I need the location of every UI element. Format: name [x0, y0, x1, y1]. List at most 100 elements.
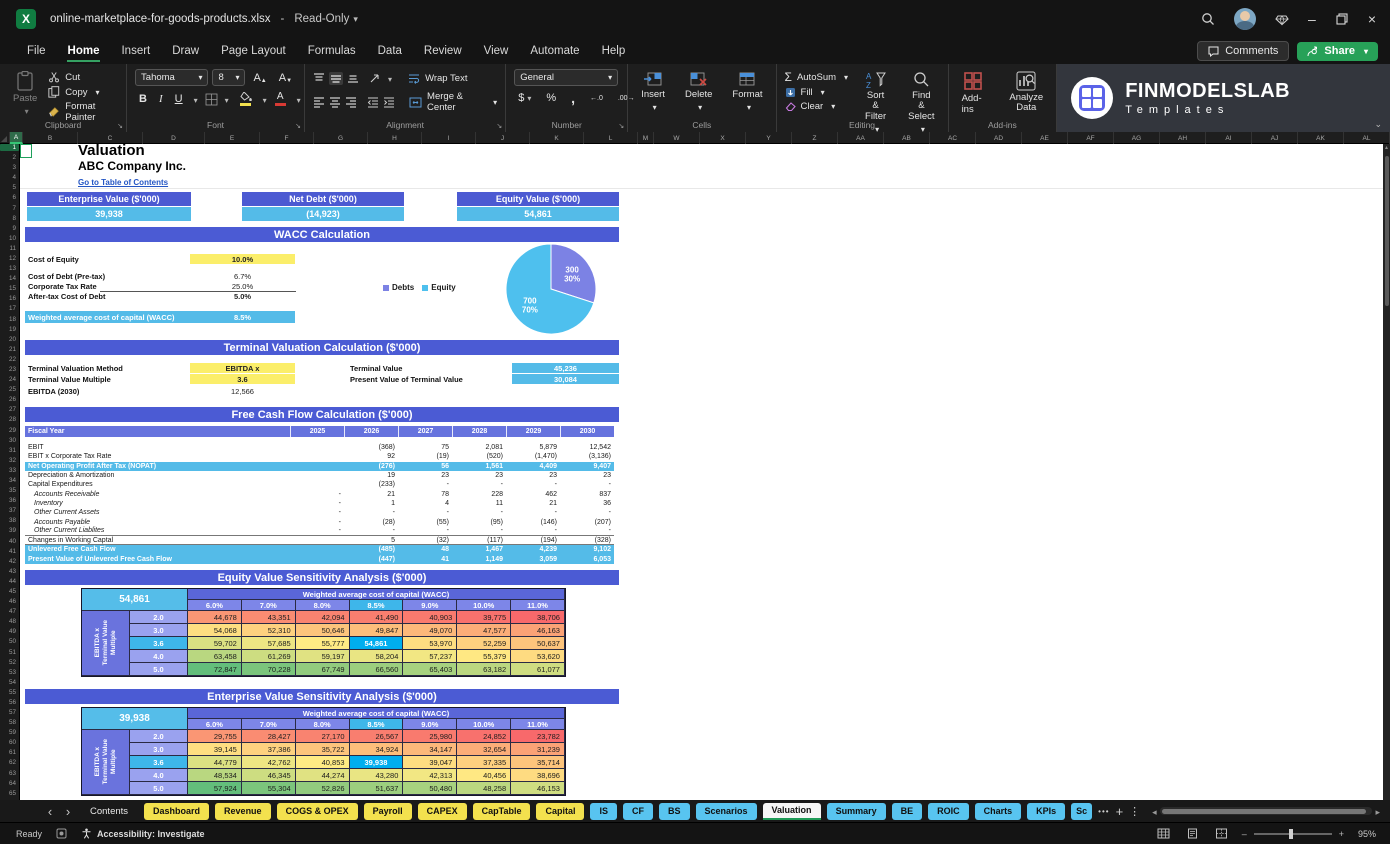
fcf-cell[interactable]: 75	[398, 444, 452, 451]
zoom-control[interactable]	[1242, 829, 1344, 839]
row-header-29[interactable]: 29	[0, 427, 19, 434]
fill-color-button[interactable]	[236, 92, 256, 106]
sensitivity-multiple-row[interactable]: 5.0	[130, 663, 188, 676]
sheet-tab-capex[interactable]: CAPEX	[418, 803, 467, 820]
sheet-tab-capital[interactable]: Capital	[536, 803, 584, 820]
sensitivity-cell[interactable]: 57,237	[403, 650, 457, 663]
sensitivity-cell[interactable]: 35,714	[511, 756, 565, 769]
summary-box-value[interactable]: 54,861	[457, 207, 619, 221]
fcf-cell[interactable]: (28)	[344, 519, 398, 526]
fcf-cell[interactable]: 228	[452, 491, 506, 498]
cut-button[interactable]: Cut	[48, 71, 118, 83]
underline-button[interactable]: U	[171, 93, 187, 105]
zoom-level[interactable]: 95%	[1358, 829, 1376, 839]
row-header-1[interactable]: 1	[0, 144, 19, 151]
row-header-64[interactable]: 64	[0, 780, 19, 787]
fcf-cell[interactable]: (276)	[344, 463, 398, 470]
menu-tab-page-layout[interactable]: Page Layout	[210, 41, 297, 61]
sensitivity-wacc-col[interactable]: 8.5%	[350, 600, 404, 611]
row-header-31[interactable]: 31	[0, 447, 19, 454]
sensitivity-wacc-col[interactable]: 9.0%	[403, 719, 457, 730]
column-header-M[interactable]: M	[638, 132, 654, 144]
sheet-tab-bs[interactable]: BS	[659, 803, 690, 820]
sensitivity-cell[interactable]: 55,379	[457, 650, 511, 663]
fcf-cell[interactable]: -	[344, 509, 398, 516]
fcf-cell[interactable]: -	[506, 481, 560, 488]
sensitivity-cell[interactable]: 48,534	[188, 769, 242, 782]
fcf-cell[interactable]: (117)	[452, 537, 506, 544]
sensitivity-cell[interactable]: 23,782	[511, 730, 565, 743]
font-name-select[interactable]: Tahoma	[135, 69, 208, 86]
menu-tab-formulas[interactable]: Formulas	[297, 41, 367, 61]
sensitivity-cell[interactable]: 52,310	[242, 624, 296, 637]
fcf-cell[interactable]: 1,561	[452, 463, 506, 470]
sensitivity-wacc-col[interactable]: 6.0%	[188, 600, 242, 611]
menu-tab-review[interactable]: Review	[413, 41, 473, 61]
row-header-52[interactable]: 52	[0, 659, 19, 666]
sensitivity-cell[interactable]: 59,197	[296, 650, 350, 663]
sensitivity-cell[interactable]: 61,269	[242, 650, 296, 663]
fcf-cell[interactable]: 48	[398, 546, 452, 553]
toc-link[interactable]: Go to Table of Contents	[78, 178, 168, 187]
underline-dropdown-icon[interactable]	[191, 90, 198, 108]
orientation-dropdown-icon[interactable]	[385, 69, 392, 87]
row-header-53[interactable]: 53	[0, 669, 19, 676]
page-break-view-icon[interactable]	[1215, 828, 1228, 839]
sensitivity-multiple-row[interactable]: 5.0	[130, 782, 188, 795]
sensitivity-cell[interactable]: 39,938	[350, 756, 404, 769]
autosum-button[interactable]: Σ AutoSum	[785, 70, 849, 84]
sensitivity-cell[interactable]: 63,458	[188, 650, 242, 663]
menu-tab-automate[interactable]: Automate	[519, 41, 590, 61]
fcf-cell[interactable]: -	[290, 500, 344, 507]
minimize-button[interactable]: –	[1308, 11, 1316, 27]
sensitivity-cell[interactable]: 28,427	[242, 730, 296, 743]
horizontal-scrollbar[interactable]	[1152, 802, 1380, 820]
sensitivity-cell[interactable]: 44,274	[296, 769, 350, 782]
fcf-cell[interactable]: -	[506, 527, 560, 534]
column-header-A[interactable]: A	[10, 132, 23, 144]
fcf-cell[interactable]: 9,407	[560, 463, 614, 470]
fcf-cell[interactable]: -	[290, 519, 344, 526]
row-header-21[interactable]: 21	[0, 346, 19, 353]
fcf-cell[interactable]: -	[290, 509, 344, 516]
select-all-corner[interactable]	[0, 132, 10, 144]
column-header-AC[interactable]: AC	[930, 132, 976, 144]
fcf-cell[interactable]: (95)	[452, 519, 506, 526]
column-header-AJ[interactable]: AJ	[1252, 132, 1298, 144]
row-header-18[interactable]: 18	[0, 316, 19, 323]
sensitivity-cell[interactable]: 39,145	[188, 743, 242, 756]
more-sheets-icon[interactable]	[1098, 807, 1109, 816]
sensitivity-wacc-col[interactable]: 8.0%	[296, 719, 350, 730]
fcf-cell[interactable]: 11	[452, 500, 506, 507]
sensitivity-cell[interactable]: 42,762	[242, 756, 296, 769]
menu-tab-view[interactable]: View	[473, 41, 520, 61]
clear-button[interactable]: Clear	[785, 101, 849, 112]
sensitivity-cell[interactable]: 48,258	[457, 782, 511, 795]
increase-indent-icon[interactable]	[383, 97, 395, 108]
column-header-J[interactable]: J	[476, 132, 530, 144]
terminal-right-value[interactable]: 45,236	[512, 363, 619, 373]
column-header-AF[interactable]: AF	[1068, 132, 1114, 144]
fcf-cell[interactable]: -	[398, 509, 452, 516]
row-header-25[interactable]: 25	[0, 386, 19, 393]
column-header-AA[interactable]: AA	[838, 132, 884, 144]
row-header-7[interactable]: 7	[0, 205, 19, 212]
row-header-30[interactable]: 30	[0, 437, 19, 444]
row-header-2[interactable]: 2	[0, 154, 19, 161]
row-header-54[interactable]: 54	[0, 679, 19, 686]
align-left-icon[interactable]	[313, 97, 325, 108]
zoom-slider-thumb[interactable]	[1289, 829, 1293, 839]
sheet-tab-valuation[interactable]: Valuation	[763, 803, 821, 820]
zoom-in-button[interactable]	[1339, 829, 1344, 839]
tab-nav-prev-icon[interactable]	[44, 804, 56, 819]
sensitivity-cell[interactable]: 42,094	[296, 611, 350, 624]
row-header-12[interactable]: 12	[0, 255, 19, 262]
fcf-cell[interactable]: 21	[344, 491, 398, 498]
row-header-4[interactable]: 4	[0, 174, 19, 181]
orientation-icon[interactable]	[369, 73, 381, 84]
sensitivity-cell[interactable]: 40,853	[296, 756, 350, 769]
sensitivity-cell[interactable]: 54,068	[188, 624, 242, 637]
sensitivity-cell[interactable]: 35,722	[296, 743, 350, 756]
format-cells-button[interactable]: Format	[727, 69, 767, 115]
row-header-6[interactable]: 6	[0, 194, 19, 201]
